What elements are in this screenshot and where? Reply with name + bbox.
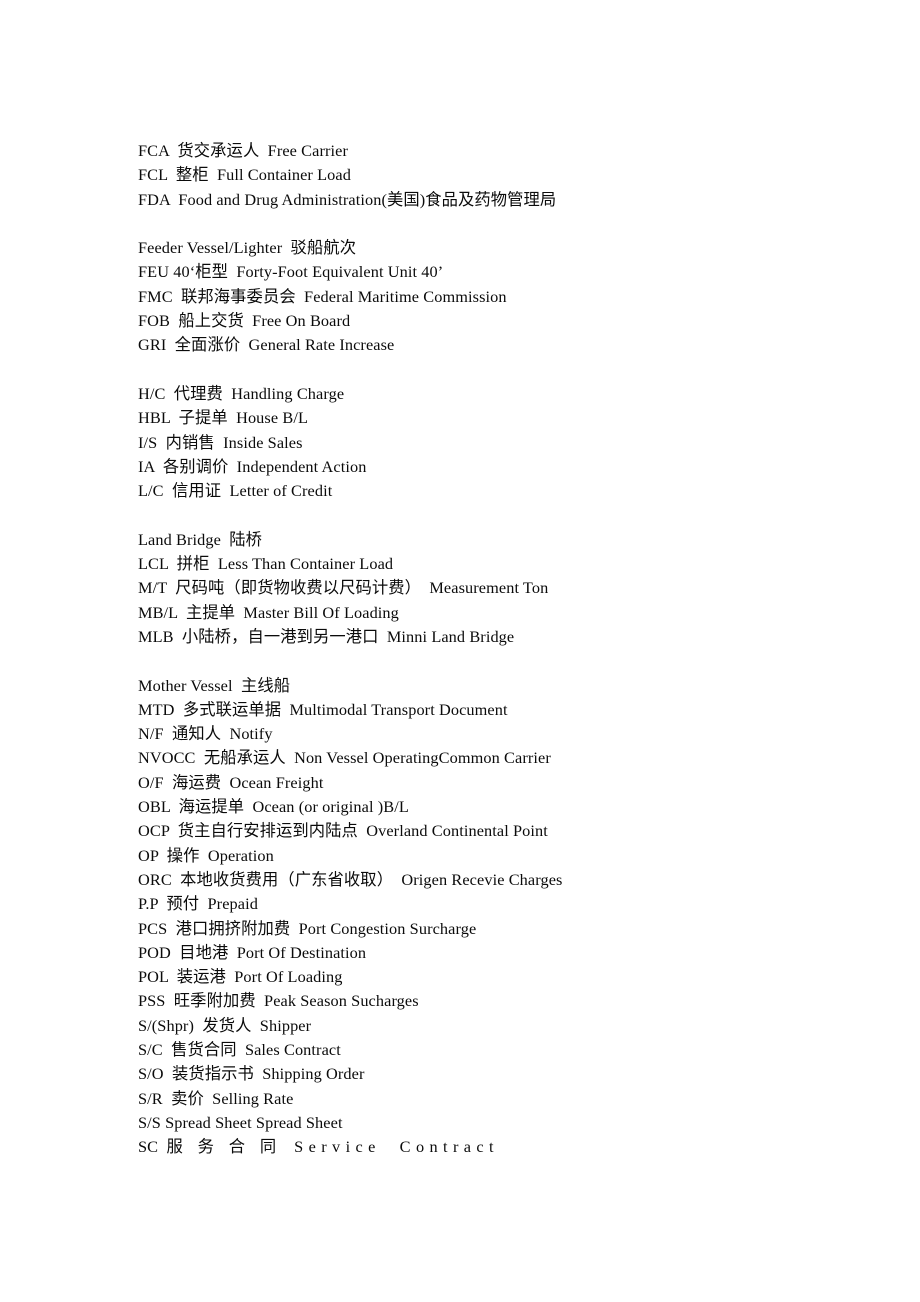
entry-abbreviation: SC (138, 1137, 167, 1157)
document-page: FCA 货交承运人 Free Carrier FCL 整柜 Full Conta… (0, 0, 920, 1302)
glossary-entry: ORC 本地收货费用（广东省收取） Origen Recevie Charges (138, 869, 563, 889)
glossary-entry: PSS 旺季附加费 Peak Season Sucharges (138, 991, 419, 1011)
glossary-entry: OP 操作 Operation (138, 845, 274, 865)
glossary-entry: NVOCC 无船承运人 Non Vessel OperatingCommon C… (138, 748, 551, 768)
glossary-entry: MLB 小陆桥，自一港到另一港口 Minni Land Bridge (138, 626, 515, 646)
glossary-entry: FEU 40‘柜型 Forty-Foot Equivalent Unit 40’ (138, 262, 444, 282)
glossary-entry: S/S Spread Sheet Spread Sheet (138, 1112, 343, 1132)
glossary-entry: POL 装运港 Port Of Loading (138, 967, 343, 987)
glossary-entry: OCP 货主自行安排运到内陆点 Overland Continental Poi… (138, 821, 548, 841)
glossary-group: Feeder Vessel/Lighter 驳船航次 FEU 40‘柜型 For… (138, 236, 838, 357)
entry-separator (282, 1137, 295, 1156)
glossary-entry: N/F 通知人 Notify (138, 724, 273, 744)
glossary-entry: MB/L 主提单 Master Bill Of Loading (138, 602, 399, 622)
glossary-entry: FDA Food and Drug Administration(美国)食品及药… (138, 189, 557, 209)
glossary-entry: S/(Shpr) 发货人 Shipper (138, 1015, 312, 1035)
glossary-entry: Mother Vessel 主线船 (138, 675, 291, 695)
glossary-entry: H/C 代理费 Handling Charge (138, 383, 345, 403)
glossary-entry: Feeder Vessel/Lighter 驳船航次 (138, 238, 357, 258)
glossary-group: Land Bridge 陆桥 LCL 拼柜 Less Than Containe… (138, 528, 838, 649)
glossary-entry: L/C 信用证 Letter of Credit (138, 481, 333, 501)
entry-english-spaced: Service Contract (294, 1137, 499, 1157)
glossary-entry: FCL 整柜 Full Container Load (138, 165, 351, 185)
glossary-entry: FMC 联邦海事委员会 Federal Maritime Commission (138, 286, 507, 306)
glossary-entry: FCA 货交承运人 Free Carrier (138, 141, 348, 160)
glossary-group: FCA 货交承运人 Free Carrier FCL 整柜 Full Conta… (138, 139, 838, 212)
glossary-entry: Land Bridge 陆桥 (138, 529, 263, 549)
glossary-entry: S/R 卖价 Selling Rate (138, 1088, 294, 1108)
glossary-entry: LCL 拼柜 Less Than Container Load (138, 554, 394, 574)
glossary-entry: S/C 售货合同 Sales Contract (138, 1039, 341, 1059)
glossary-entry: GRI 全面涨价 General Rate Increase (138, 335, 395, 355)
glossary-list: FCA 货交承运人 Free Carrier FCL 整柜 Full Conta… (138, 139, 838, 1159)
glossary-entry-service-contract: SC 服 务 合 同 Service Contract (138, 1135, 838, 1159)
glossary-entry: POD 目地港 Port Of Destination (138, 942, 367, 962)
glossary-entry: O/F 海运费 Ocean Freight (138, 772, 324, 792)
glossary-entry: FOB 船上交货 Free On Board (138, 311, 351, 331)
glossary-entry: MTD 多式联运单据 Multimodal Transport Document (138, 699, 508, 719)
glossary-group: Mother Vessel 主线船 MTD 多式联运单据 Multimodal … (138, 674, 838, 1160)
glossary-entry: M/T 尺码吨（即货物收费以尺码计费） Measurement Ton (138, 578, 549, 598)
entry-chinese-spaced: 服 务 合 同 (166, 1137, 282, 1157)
glossary-entry: S/O 装货指示书 Shipping Order (138, 1064, 365, 1084)
glossary-entry: OBL 海运提单 Ocean (or original )B/L (138, 797, 409, 817)
glossary-group: H/C 代理费 Handling Charge HBL 子提单 House B/… (138, 382, 838, 503)
glossary-entry: PCS 港口拥挤附加费 Port Congestion Surcharge (138, 918, 477, 938)
glossary-entry: HBL 子提单 House B/L (138, 408, 308, 428)
glossary-entry: I/S 内销售 Inside Sales (138, 432, 303, 452)
glossary-entry: IA 各别调价 Independent Action (138, 456, 367, 476)
glossary-entry: P.P 预付 Prepaid (138, 894, 258, 914)
